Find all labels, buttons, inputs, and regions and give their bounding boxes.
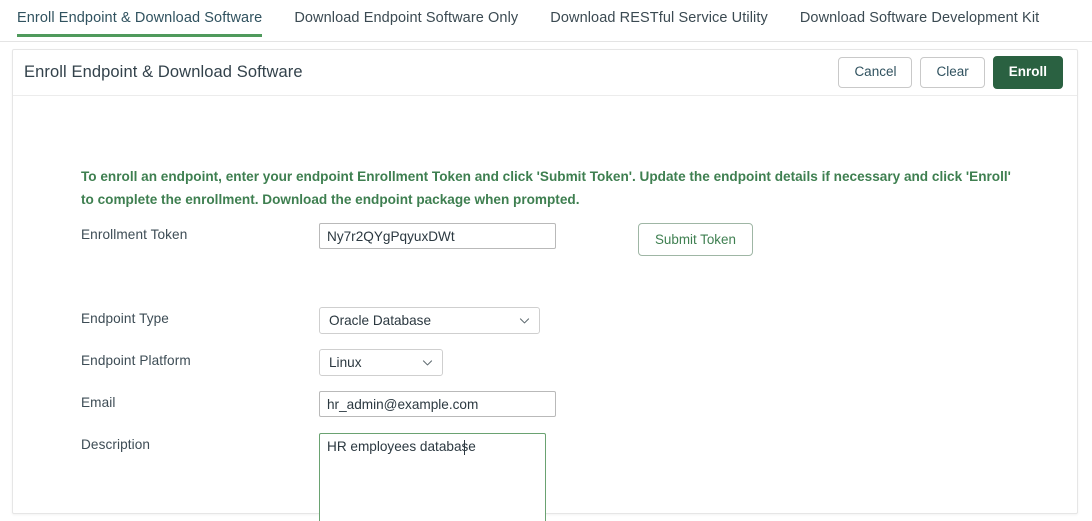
endpoint-platform-select[interactable]: Linux <box>319 349 443 376</box>
email-field[interactable] <box>319 391 556 417</box>
tab-download-software-development-kit[interactable]: Download Software Development Kit <box>800 0 1039 37</box>
tab-label: Download Endpoint Software Only <box>294 10 519 26</box>
tab-label: Download Software Development Kit <box>799 10 1040 26</box>
email-label: Email <box>81 395 116 410</box>
tab-label: Download RESTful Service Utility <box>550 10 768 26</box>
submit-token-button[interactable]: Submit Token <box>638 223 753 256</box>
endpoint-type-select[interactable]: Oracle Database <box>319 307 540 334</box>
description-textarea-wrap <box>319 433 546 521</box>
endpoint-platform-value: Linux <box>329 355 362 370</box>
description-label: Description <box>81 437 151 452</box>
tab-download-endpoint-software-only[interactable]: Download Endpoint Software Only <box>294 0 518 37</box>
endpoint-platform-label: Endpoint Platform <box>81 353 191 368</box>
endpoint-type-value: Oracle Database <box>329 313 432 328</box>
description-row: Description <box>81 433 546 521</box>
chevron-down-icon <box>519 318 530 324</box>
endpoint-type-row: Endpoint Type Oracle Database <box>81 307 540 334</box>
instructions-text: To enroll an endpoint, enter your endpoi… <box>81 169 1011 207</box>
tab-download-restful-service-utility[interactable]: Download RESTful Service Utility <box>550 0 768 37</box>
enrollment-token-label: Enrollment Token <box>81 227 188 242</box>
panel-header: Enroll Endpoint & Download Software Canc… <box>13 50 1077 96</box>
enroll-panel: Enroll Endpoint & Download Software Canc… <box>12 49 1078 521</box>
description-textarea[interactable] <box>319 433 546 521</box>
tab-strip: Enroll Endpoint & Download Software Down… <box>0 0 1092 42</box>
enroll-endpoint-page: Enroll Endpoint & Download Software Down… <box>0 0 1092 521</box>
page-title: Enroll Endpoint & Download Software <box>24 63 303 81</box>
enrollment-token-input[interactable] <box>319 223 556 249</box>
enrollment-token-row: Enrollment Token Submit Token <box>81 223 753 256</box>
endpoint-type-label: Endpoint Type <box>81 311 169 326</box>
chevron-down-icon <box>422 360 433 366</box>
email-row: Email <box>81 391 556 417</box>
tab-label: Enroll Endpoint & Download Software <box>17 10 263 26</box>
cancel-button[interactable]: Cancel <box>838 57 913 88</box>
panel-body: To enroll an endpoint, enter your endpoi… <box>13 96 1077 521</box>
tab-enroll-endpoint-download-software[interactable]: Enroll Endpoint & Download Software <box>17 0 263 37</box>
text-cursor <box>464 440 465 455</box>
endpoint-platform-row: Endpoint Platform Linux <box>81 349 443 376</box>
header-actions: Cancel Clear Enroll <box>838 56 1063 89</box>
clear-button[interactable]: Clear <box>920 57 985 88</box>
enroll-button[interactable]: Enroll <box>992 56 1063 89</box>
